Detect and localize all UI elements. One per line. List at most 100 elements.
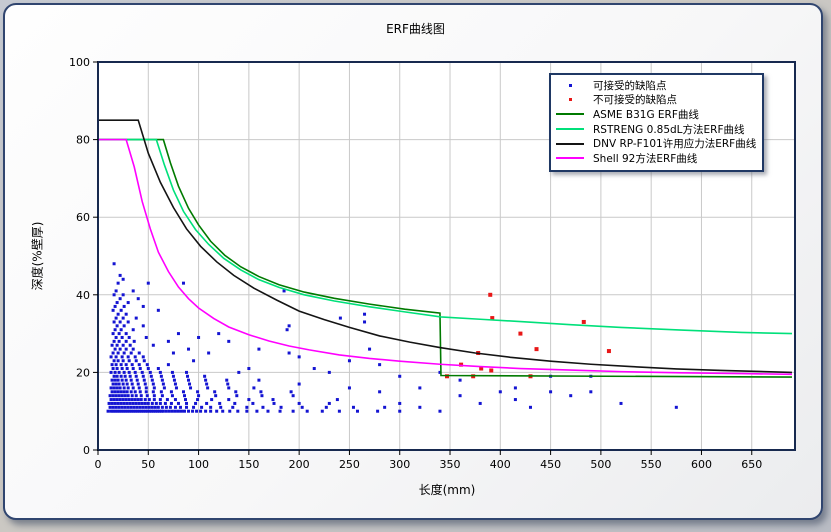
data-point (138, 352, 141, 355)
data-point (111, 344, 114, 347)
data-point (128, 359, 131, 362)
data-point (142, 355, 145, 358)
data-point (125, 313, 128, 316)
data-point (171, 410, 174, 413)
data-point (217, 332, 220, 335)
data-point (110, 355, 113, 358)
data-point (112, 383, 115, 386)
data-point (257, 348, 260, 351)
data-point (166, 398, 169, 401)
data-point (131, 363, 134, 366)
legend-line-swatch-icon (553, 157, 587, 159)
data-point (122, 359, 125, 362)
data-point (126, 383, 129, 386)
x-tick-label: 550 (641, 458, 662, 471)
data-point (119, 320, 122, 323)
data-point (125, 379, 128, 382)
data-point (321, 410, 324, 413)
data-point (112, 406, 115, 409)
data-point (247, 398, 250, 401)
x-tick-label: 250 (339, 458, 360, 471)
x-tick-label: 200 (289, 458, 310, 471)
data-point (145, 386, 148, 389)
data-point (117, 359, 120, 362)
data-point (189, 386, 192, 389)
data-point (145, 336, 148, 339)
data-point (114, 305, 117, 308)
legend-item: ASME B31G ERF曲线 (553, 107, 756, 122)
data-point (418, 406, 421, 409)
data-point (152, 383, 155, 386)
data-point (159, 402, 162, 405)
data-point (128, 336, 131, 339)
data-point (115, 363, 118, 366)
data-point (489, 368, 493, 372)
data-point (236, 410, 239, 413)
data-point (123, 386, 126, 389)
data-point (125, 332, 128, 335)
data-point (233, 402, 236, 405)
data-point (115, 383, 118, 386)
data-point (132, 289, 135, 292)
data-point (165, 406, 168, 409)
data-point (115, 355, 118, 358)
data-point (187, 379, 190, 382)
data-point (128, 371, 131, 374)
data-point (127, 320, 130, 323)
data-point (113, 293, 116, 296)
data-point (123, 305, 126, 308)
legend-item: DNV RP-F101许用应力法ERF曲线 (553, 136, 756, 151)
data-point (288, 352, 291, 355)
data-point (115, 317, 118, 320)
data-point (398, 402, 401, 405)
data-point (255, 410, 258, 413)
data-point (518, 332, 522, 336)
data-point (257, 379, 260, 382)
data-point (123, 352, 126, 355)
data-point (145, 406, 148, 409)
data-point (115, 289, 118, 292)
data-point (144, 383, 147, 386)
data-point (157, 406, 160, 409)
data-point (195, 410, 198, 413)
data-point (227, 340, 230, 343)
data-point (140, 394, 143, 397)
data-point (123, 324, 126, 327)
data-point (133, 406, 136, 409)
data-point (107, 410, 110, 413)
data-point (363, 313, 366, 316)
data-point (164, 402, 167, 405)
data-point (113, 340, 116, 343)
data-point (137, 297, 140, 300)
data-point (145, 390, 148, 393)
data-point (134, 355, 137, 358)
data-point (186, 375, 189, 378)
x-tick-label: 500 (590, 458, 611, 471)
data-point (131, 383, 134, 386)
data-point (119, 274, 122, 277)
x-tick-label: 300 (389, 458, 410, 471)
legend-item-label: ASME B31G ERF曲线 (593, 107, 699, 122)
data-point (121, 406, 124, 409)
data-point (177, 410, 180, 413)
data-point (117, 402, 120, 405)
data-point (146, 363, 149, 366)
data-point (266, 410, 269, 413)
data-point (185, 402, 188, 405)
data-point (109, 394, 112, 397)
data-point (237, 371, 240, 374)
data-point (144, 402, 147, 405)
data-point (398, 375, 401, 378)
data-point (151, 402, 154, 405)
data-point (167, 340, 170, 343)
data-point (134, 371, 137, 374)
data-point (204, 379, 207, 382)
data-point (298, 402, 301, 405)
data-point (231, 406, 234, 409)
data-point (142, 406, 145, 409)
data-point (135, 359, 138, 362)
data-point (206, 386, 209, 389)
data-point (149, 371, 152, 374)
data-point (207, 352, 210, 355)
data-point (119, 297, 122, 300)
